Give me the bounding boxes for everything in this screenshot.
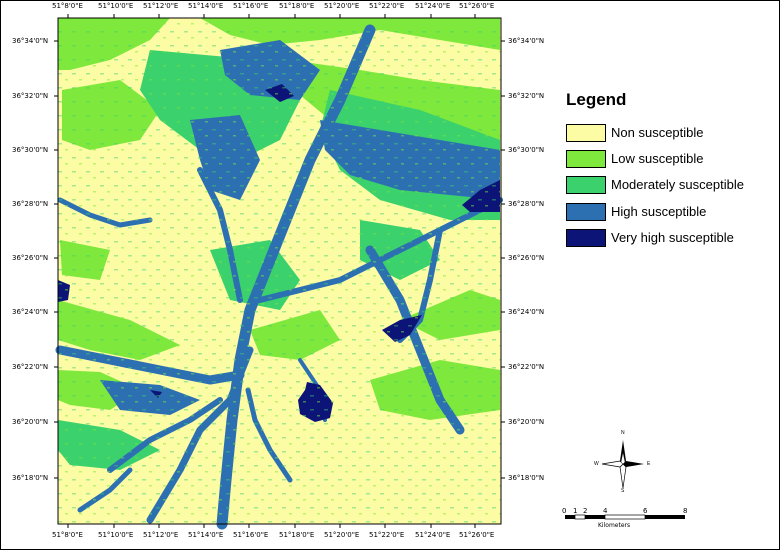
longitude-label: 51°22'0"E [369,531,405,539]
latitude-label: 36°20'0"N [12,418,49,426]
longitude-label: 51°24'0"E [415,531,451,539]
latitude-label: 36°20'0"N [508,418,545,426]
legend-label: Very high susceptible [611,230,734,245]
north-arrow: N S W E [594,430,651,497]
compass-rose-icon [601,440,644,489]
longitude-label: 51°22'0"E [369,2,405,10]
latitude-label: 36°18'0"N [12,474,49,482]
longitude-label: 51°18'0"E [279,2,315,10]
scale-unit: Kilometers [598,522,631,529]
east-label: E [647,461,651,467]
latitude-label: 36°26'0"N [12,254,49,262]
scale-number: 8 [683,507,688,515]
legend-swatch [566,176,606,194]
legend-title: Legend [566,90,627,109]
scale-number: 2 [583,507,588,515]
longitude-label: 51°26'0"E [459,2,495,10]
longitude-label: 51°18'0"E [279,531,315,539]
longitude-label: 51°12'0"E [143,2,179,10]
south-label: S [621,488,625,494]
west-label: W [594,461,599,467]
longitude-label: 51°26'0"E [459,531,495,539]
susceptibility-map [55,17,503,530]
longitude-label: 51°16'0"E [233,2,269,10]
longitude-label: 51°12'0"E [143,531,179,539]
longitude-label: 51°10'0"E [98,531,134,539]
legend-label: Non susceptible [611,125,704,140]
latitude-label: 36°32'0"N [12,92,49,100]
longitude-label: 51°10'0"E [98,2,134,10]
legend-swatch [566,150,606,168]
legend-swatch [566,124,606,142]
scale-number: 6 [643,507,648,515]
longitude-label: 51°8'0"E [52,2,83,10]
legend-swatch [566,203,606,221]
latitude-label: 36°34'0"N [508,37,545,45]
latitude-label: 36°34'0"N [12,37,49,45]
latitude-label: 36°30'0"N [508,146,545,154]
legend-label: Low susceptible [611,151,704,166]
longitude-label: 51°14'0"E [188,531,224,539]
latitude-label: 36°24'0"N [12,308,49,316]
scale-number: 4 [603,507,608,515]
longitude-label: 51°8'0"E [52,531,83,539]
latitude-label: 36°22'0"N [508,363,545,371]
latitude-label: 36°28'0"N [12,200,49,208]
latitude-label: 36°32'0"N [508,92,545,100]
latitude-label: 36°30'0"N [12,146,49,154]
latitude-label: 36°26'0"N [508,254,545,262]
latitude-label: 36°22'0"N [12,363,49,371]
map-canvas [54,14,505,530]
longitude-label: 51°20'0"E [324,531,360,539]
north-label: N [621,430,625,436]
longitude-label: 51°16'0"E [233,531,269,539]
scale-number: 1 [573,507,578,515]
legend-label: High susceptible [611,204,707,219]
longitude-label: 51°20'0"E [324,2,360,10]
latitude-label: 36°28'0"N [508,200,545,208]
longitude-label: 51°14'0"E [188,2,224,10]
latitude-label: 36°24'0"N [508,308,545,316]
legend-swatch [566,229,606,247]
latitude-label: 36°18'0"N [508,474,545,482]
legend-label: Moderately susceptible [611,177,744,192]
longitude-label: 51°24'0"E [415,2,451,10]
scale-number: 0 [562,507,567,515]
